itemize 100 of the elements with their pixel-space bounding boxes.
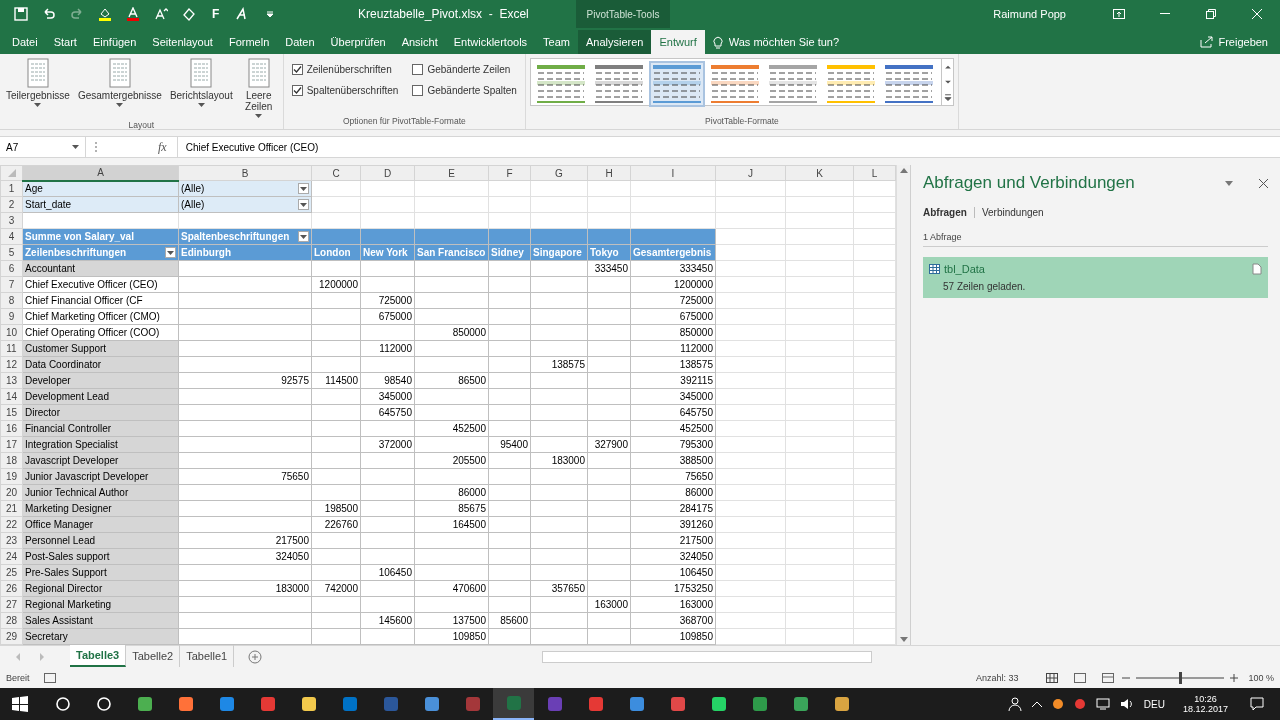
menu-tab[interactable]: Formeln — [220, 30, 278, 54]
dropdown-button[interactable] — [298, 183, 309, 194]
layout-button[interactable]: Berichtslayout — [167, 56, 235, 109]
table-icon — [929, 264, 940, 274]
pane-tab[interactable]: Verbindungen — [981, 207, 1051, 218]
caret-icon — [300, 234, 307, 239]
dropdown-button[interactable] — [298, 231, 309, 242]
sheet-tab[interactable]: Tabelle3 — [70, 645, 127, 667]
app-icon[interactable] — [627, 695, 646, 713]
table-layout-icon — [108, 58, 131, 88]
search-icon[interactable] — [53, 695, 72, 713]
option-checkbox[interactable]: Gebänderte Spalten — [412, 85, 517, 96]
app-icon[interactable] — [709, 695, 728, 713]
notifications-icon[interactable] — [1250, 697, 1264, 711]
normal-view-icon[interactable] — [1046, 673, 1059, 683]
menu-tab[interactable]: Daten — [277, 30, 323, 54]
checkmark-icon — [292, 86, 302, 95]
pane-tab[interactable]: Abfragen — [923, 207, 975, 218]
app-icon[interactable] — [299, 695, 318, 713]
menu-tab[interactable]: Entwurf — [651, 30, 705, 54]
app-icon[interactable] — [217, 695, 236, 713]
column-header[interactable]: I — [630, 165, 716, 181]
caret-icon — [300, 186, 307, 191]
tell-me-field[interactable]: Was möchten Sie tun? — [726, 35, 867, 49]
pane-options-icon[interactable] — [1225, 180, 1233, 186]
start-icon[interactable] — [12, 696, 28, 712]
table-style-thumbnail[interactable] — [708, 63, 761, 105]
menu-tab[interactable]: Ansicht — [393, 30, 446, 54]
close-icon — [1252, 9, 1262, 19]
column-header[interactable]: E — [414, 165, 489, 181]
formula-field[interactable]: Chief Executive Officer (CEO) — [176, 137, 1280, 157]
task-view-icon[interactable] — [94, 695, 113, 713]
sheet-tab[interactable]: Tabelle1 — [180, 645, 235, 667]
table-style-thumbnail[interactable] — [766, 63, 819, 105]
table-style-thumbnail[interactable] — [650, 63, 703, 105]
column-header[interactable]: K — [785, 165, 854, 181]
horizontal-scrollbar[interactable] — [542, 651, 873, 663]
caret-icon — [34, 103, 42, 107]
app-icon[interactable] — [750, 695, 769, 713]
scroll-down-icon[interactable] — [899, 637, 908, 643]
sheet-tab[interactable]: Tabelle2 — [126, 645, 181, 667]
menu-tab[interactable]: Einfügen — [84, 30, 145, 54]
menu-tab[interactable]: Überprüfen — [322, 30, 394, 54]
menu-tab[interactable]: Start — [45, 30, 85, 54]
menu-tab[interactable]: Seitenlayout — [144, 30, 221, 54]
page-layout-icon[interactable] — [1074, 673, 1087, 683]
font-color-icon[interactable] — [126, 7, 140, 21]
column-header[interactable]: F — [488, 165, 531, 181]
menu-tab[interactable]: Datei — [4, 30, 46, 54]
layout-button[interactable]: Gesamtergebnisse — [75, 56, 164, 109]
clock[interactable]: 10:26 18.12.2017 — [1182, 694, 1228, 714]
menu-tab[interactable]: Analysieren — [578, 30, 652, 54]
tray-circle-icon[interactable] — [1051, 698, 1064, 710]
scroll-up-icon[interactable] — [899, 167, 908, 173]
layout-button[interactable]: Teilergebnisse — [4, 56, 72, 109]
menu-tab[interactable]: Entwicklertools — [445, 30, 536, 54]
app-icon[interactable] — [832, 695, 851, 713]
language-indicator[interactable]: DEU — [1143, 698, 1165, 710]
fill-color-icon[interactable] — [98, 7, 112, 21]
option-checkbox[interactable]: Gebänderte Zeilen — [412, 64, 517, 75]
app-icon[interactable] — [135, 695, 154, 713]
layout-button[interactable]: Leere Zeilen — [238, 56, 279, 120]
option-checkbox[interactable]: Zeilenüberschriften — [291, 64, 399, 75]
share-button[interactable]: Freigeben — [1194, 30, 1274, 54]
insert-function-button[interactable]: fx — [158, 139, 167, 155]
dropdown-button[interactable] — [165, 247, 176, 258]
column-header[interactable]: B — [178, 165, 312, 181]
app-icon[interactable] — [176, 695, 195, 713]
volume-icon[interactable] — [1119, 698, 1134, 710]
table-style-thumbnail[interactable] — [592, 63, 645, 105]
column-header[interactable]: H — [587, 165, 631, 181]
dropdown-button[interactable] — [298, 199, 309, 210]
column-header[interactable]: J — [715, 165, 786, 181]
name-box[interactable]: A7 — [0, 137, 86, 157]
table-style-thumbnail[interactable] — [824, 63, 877, 105]
font-size-icon[interactable] — [154, 7, 168, 21]
add-sheet-icon[interactable] — [248, 650, 263, 664]
column-header[interactable]: D — [360, 165, 415, 181]
column-header[interactable]: G — [530, 165, 588, 181]
page-break-icon[interactable] — [1102, 673, 1115, 683]
network-icon[interactable] — [1095, 698, 1110, 710]
table-style-thumbnail[interactable] — [534, 63, 587, 105]
column-header[interactable]: L — [853, 165, 896, 181]
bold-button[interactable]: F — [210, 7, 222, 21]
close-icon[interactable] — [1259, 178, 1268, 188]
save-icon[interactable] — [14, 7, 28, 21]
query-item[interactable]: tbl_Data 57 Zeilen geladen. — [923, 257, 1268, 298]
column-header[interactable]: C — [311, 165, 361, 181]
app-icon[interactable] — [422, 695, 441, 713]
menu-tab[interactable]: Team — [535, 30, 578, 54]
zoom-in-icon[interactable] — [1230, 674, 1239, 682]
people-icon[interactable] — [1007, 697, 1022, 711]
column-header[interactable]: A — [22, 165, 179, 181]
undo-icon[interactable] — [42, 7, 56, 21]
table-style-thumbnail[interactable] — [882, 63, 935, 105]
table-layout-icon — [26, 58, 49, 88]
record-icon[interactable] — [1073, 698, 1086, 710]
chevron-up-icon[interactable] — [1031, 701, 1042, 707]
app-icon[interactable] — [791, 695, 810, 713]
option-checkbox[interactable]: Spaltenüberschriften — [291, 85, 399, 96]
